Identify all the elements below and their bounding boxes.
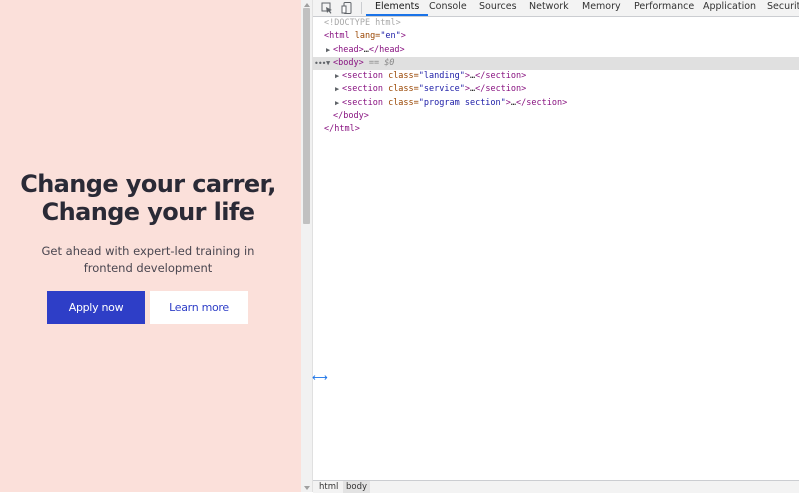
section-close-tag: </section> xyxy=(475,71,527,82)
tab-memory[interactable]: Memory xyxy=(582,0,621,16)
hero-title-line1: Change your carrer, xyxy=(20,170,276,198)
expand-triangle-icon[interactable]: ▶ xyxy=(335,70,339,83)
html-attr-name: lang= xyxy=(349,31,381,42)
section-attr-name: class= xyxy=(382,71,419,82)
tab-application[interactable]: Application xyxy=(703,0,756,16)
section-close-tag: </section> xyxy=(516,97,568,108)
section-tag: <section xyxy=(342,84,383,95)
hero-title: Change your carrer, Change your life xyxy=(0,170,296,226)
inspect-element-icon[interactable] xyxy=(320,1,333,14)
expand-triangle-icon[interactable]: ▶ xyxy=(335,97,339,110)
breadcrumb-body[interactable]: body xyxy=(343,481,371,493)
breadcrumb: html body xyxy=(313,480,799,493)
scroll-up-arrow-icon[interactable] xyxy=(304,3,310,7)
tab-security[interactable]: Security xyxy=(767,0,799,16)
head-tag: <head> xyxy=(333,44,364,55)
tab-sources[interactable]: Sources xyxy=(479,0,517,16)
devtools-tabbar: Elements Console Sources Network Memory … xyxy=(313,0,799,17)
tab-performance[interactable]: Performance xyxy=(634,0,694,16)
dom-node-head[interactable]: ▶ <head>…</head> xyxy=(313,44,799,57)
html-close-tag: </html> xyxy=(324,124,360,135)
section-tag: <section xyxy=(342,97,383,108)
html-tag: <html xyxy=(324,31,350,42)
scroll-thumb[interactable] xyxy=(303,8,310,224)
learn-more-button[interactable]: Learn more xyxy=(150,291,248,324)
section-tag: <section xyxy=(342,71,383,82)
section-attr-value: "service" xyxy=(418,84,465,95)
section-attr-name: class= xyxy=(382,97,419,108)
collapse-triangle-icon[interactable]: ▼ xyxy=(326,57,330,70)
doctype-text: <!DOCTYPE html> xyxy=(324,18,401,28)
resize-handle-icon[interactable]: ⟷ xyxy=(312,372,328,384)
apply-now-button[interactable]: Apply now xyxy=(47,291,145,324)
html-attr-value: "en" xyxy=(380,31,401,42)
hero-subtitle-line2: frontend development xyxy=(83,261,213,275)
toolbar-divider xyxy=(361,2,362,14)
dom-node-body[interactable]: ••• ▼ <body> == $0 xyxy=(313,56,799,71)
dom-node-section[interactable]: ▶ <section class="landing">…</section> xyxy=(313,70,799,83)
hero-subtitle: Get ahead with expert-led training in fr… xyxy=(40,243,256,277)
hero-title-line2: Change your life xyxy=(41,198,255,226)
dom-tree: <!DOCTYPE html> <html lang="en"> ▶ <head… xyxy=(313,17,799,137)
breadcrumb-html[interactable]: html xyxy=(316,481,341,493)
tab-network[interactable]: Network xyxy=(529,0,569,16)
scroll-down-arrow-icon[interactable] xyxy=(304,486,310,490)
section-attr-name: class= xyxy=(382,84,419,95)
device-toolbar-icon[interactable] xyxy=(340,1,353,14)
page-scrollbar[interactable] xyxy=(301,0,313,492)
page-viewport: Change your carrer, Change your life Get… xyxy=(0,0,301,492)
dom-node-doctype[interactable]: <!DOCTYPE html> xyxy=(313,17,799,30)
tab-console[interactable]: Console xyxy=(429,0,467,16)
devtools-panel: Elements Console Sources Network Memory … xyxy=(313,0,799,493)
html-tag-end: > xyxy=(400,31,406,42)
dom-node-body-close[interactable]: </body> xyxy=(313,110,799,123)
expand-triangle-icon[interactable]: ▶ xyxy=(326,44,330,57)
body-ref: == $0 xyxy=(363,57,395,68)
tab-elements[interactable]: Elements xyxy=(365,0,429,16)
section-close-tag: </section> xyxy=(475,84,527,95)
dom-node-html[interactable]: <html lang="en"> xyxy=(313,30,799,43)
section-attr-value: "landing" xyxy=(418,71,465,82)
body-close-tag: </body> xyxy=(333,111,369,122)
expand-triangle-icon[interactable]: ▶ xyxy=(335,83,339,96)
more-actions-icon[interactable]: ••• xyxy=(314,57,326,70)
section-attr-value: "program section" xyxy=(418,97,506,108)
dom-node-section[interactable]: ▶ <section class="service">…</section> xyxy=(313,83,799,96)
body-tag: <body> xyxy=(333,57,364,68)
head-close-tag: </head> xyxy=(368,44,405,55)
dom-node-html-close[interactable]: </html> xyxy=(313,123,799,136)
dom-node-section[interactable]: ▶ <section class="program section">…</se… xyxy=(313,97,799,110)
hero-subtitle-line1: Get ahead with expert-led training in xyxy=(41,244,255,258)
